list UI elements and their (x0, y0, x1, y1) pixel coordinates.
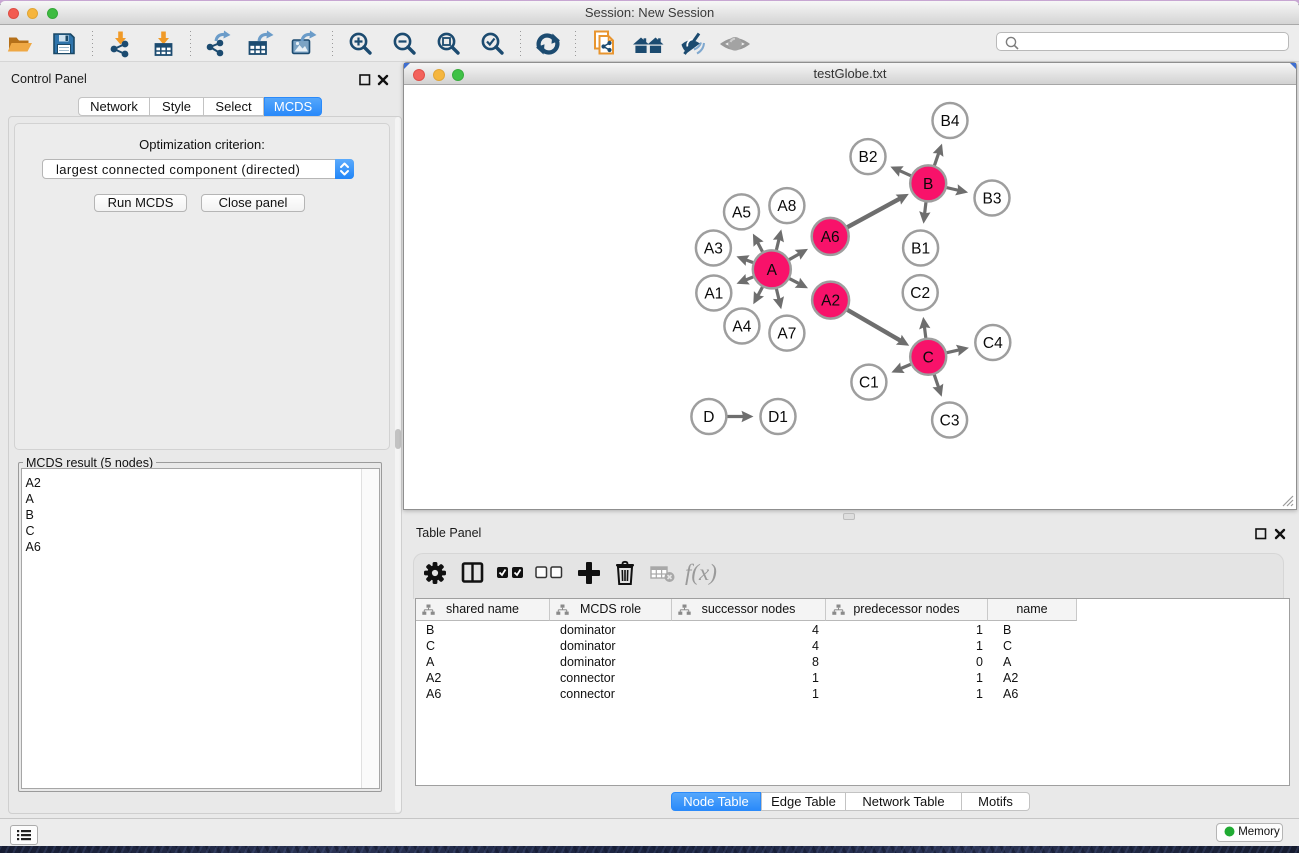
svg-text:B3: B3 (983, 191, 1002, 208)
svg-text:C2: C2 (910, 285, 930, 302)
svg-text:B1: B1 (911, 241, 930, 258)
svg-text:A5: A5 (732, 204, 751, 221)
svg-text:D1: D1 (768, 409, 788, 426)
svg-text:C4: C4 (983, 335, 1003, 352)
svg-text:A8: A8 (777, 198, 796, 215)
svg-text:B: B (923, 176, 933, 193)
svg-text:A3: A3 (704, 241, 723, 258)
svg-text:C3: C3 (940, 413, 960, 430)
svg-text:B2: B2 (859, 149, 878, 166)
svg-text:A: A (767, 262, 778, 279)
svg-text:A2: A2 (821, 293, 840, 310)
svg-text:A7: A7 (777, 326, 796, 343)
svg-text:A4: A4 (732, 319, 751, 336)
svg-text:A6: A6 (821, 229, 840, 246)
svg-text:C1: C1 (859, 375, 879, 392)
svg-text:A1: A1 (704, 286, 723, 303)
svg-text:B4: B4 (941, 113, 960, 130)
svg-text:C: C (923, 349, 934, 366)
svg-text:D: D (703, 409, 714, 426)
